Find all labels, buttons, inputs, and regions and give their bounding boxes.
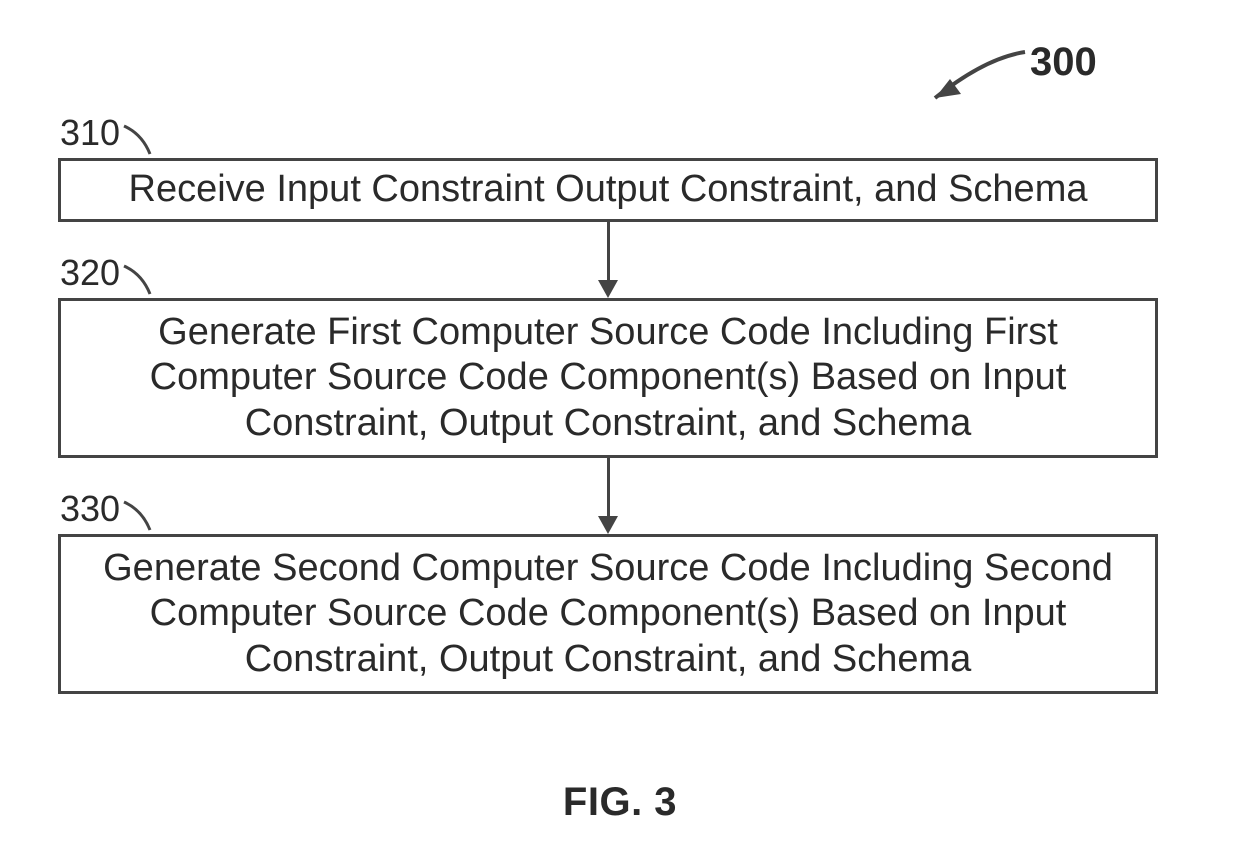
step-text-330: Generate Second Computer Source Code Inc…: [75, 546, 1141, 683]
step-text-310: Receive Input Constraint Output Constrai…: [129, 167, 1088, 213]
figure-caption: FIG. 3: [0, 780, 1240, 825]
hook-310: [122, 118, 172, 158]
step-text-320: Generate First Computer Source Code Incl…: [75, 310, 1141, 447]
step-ref-310: 310: [60, 112, 120, 154]
step-ref-320: 320: [60, 252, 120, 294]
hook-330: [122, 494, 172, 534]
diagram-canvas: 300 310 Receive Input Constraint Output …: [0, 0, 1240, 858]
figure-ref-label: 300: [1030, 40, 1097, 85]
step-ref-330: 330: [60, 488, 120, 530]
step-box-330: Generate Second Computer Source Code Inc…: [58, 534, 1158, 694]
step-box-310: Receive Input Constraint Output Constrai…: [58, 158, 1158, 222]
figure-ref-arrow: [890, 24, 1050, 114]
hook-320: [122, 258, 172, 298]
step-box-320: Generate First Computer Source Code Incl…: [58, 298, 1158, 458]
